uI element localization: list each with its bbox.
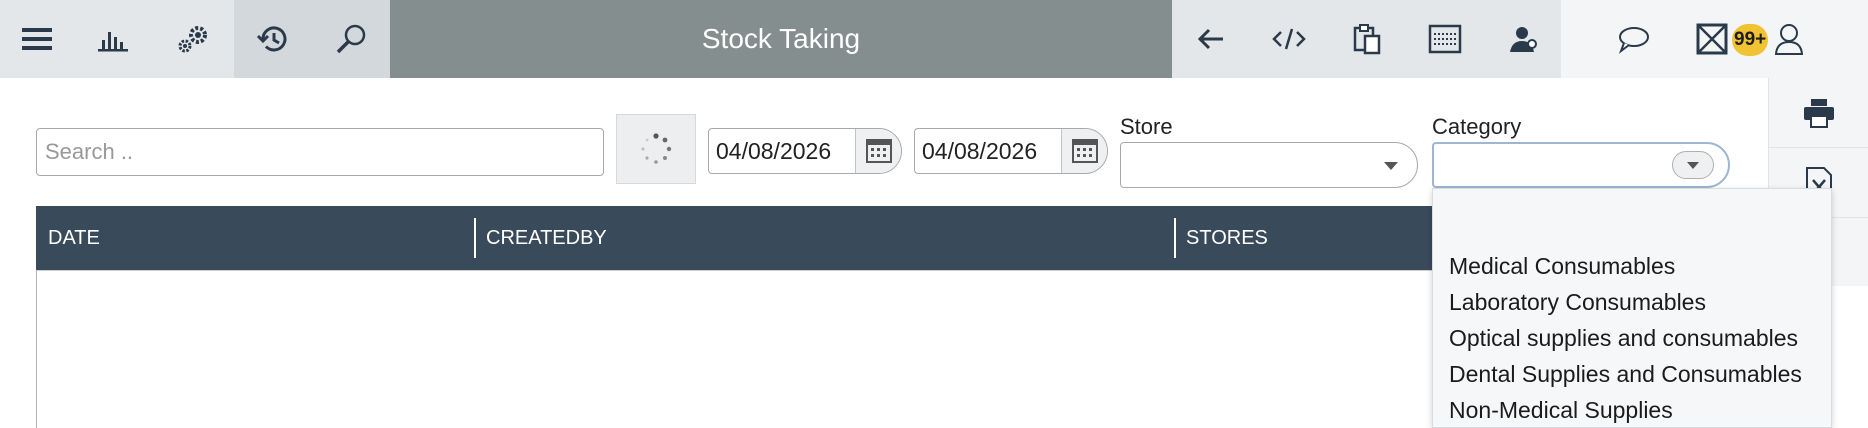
clipboard-button[interactable] <box>1328 0 1406 78</box>
store-select[interactable] <box>1120 142 1418 188</box>
keyboard-button[interactable] <box>1406 0 1484 78</box>
chat-button[interactable] <box>1600 0 1666 78</box>
category-label: Category <box>1432 114 1522 139</box>
menu-button[interactable] <box>0 0 74 78</box>
menu-icon <box>22 28 52 50</box>
category-option[interactable]: Laboratory Consumables <box>1449 289 1706 316</box>
top-toolbar: Stock Taking 99+ <box>0 0 1868 78</box>
gears-icon <box>178 26 207 53</box>
user-support-icon <box>1509 27 1537 52</box>
mail-icon <box>1696 23 1728 55</box>
user-icon <box>1774 24 1804 55</box>
refresh-button[interactable] <box>616 114 696 184</box>
history-button[interactable] <box>234 0 312 78</box>
reports-button[interactable] <box>74 0 152 78</box>
notification-badge[interactable]: 99+ <box>1732 24 1769 56</box>
print-button[interactable] <box>1769 78 1868 148</box>
back-arrow-icon <box>1197 28 1223 50</box>
date-from-picker[interactable] <box>855 129 901 173</box>
code-icon <box>1272 28 1306 50</box>
date-from-value: 04/08/2026 <box>716 138 832 164</box>
category-select[interactable] <box>1432 142 1730 188</box>
code-button[interactable] <box>1250 0 1328 78</box>
search-input[interactable] <box>36 128 604 176</box>
chevron-down-icon <box>1384 162 1398 170</box>
category-option[interactable]: Medical Consumables <box>1449 253 1675 280</box>
date-from-field[interactable]: 04/08/2026 <box>708 128 902 174</box>
chevron-down-icon <box>1687 161 1699 169</box>
settings-button[interactable] <box>152 0 234 78</box>
store-label: Store <box>1120 114 1173 139</box>
date-to-value: 04/08/2026 <box>922 138 1038 164</box>
grid-body <box>36 270 1504 428</box>
date-to-field[interactable]: 04/08/2026 <box>914 128 1108 174</box>
column-header-date[interactable]: DATE <box>36 206 474 270</box>
category-option[interactable]: Dental Supplies and Consumables <box>1449 361 1802 388</box>
category-dropdown-list: Medical Consumables Laboratory Consumabl… <box>1432 188 1832 428</box>
back-button[interactable] <box>1172 0 1250 78</box>
category-dropdown-toggle[interactable] <box>1672 151 1714 179</box>
calendar-icon <box>865 139 892 163</box>
calendar-icon <box>1071 139 1098 163</box>
chat-bubble-icon <box>1618 27 1649 54</box>
grid-header: DATE CREATEDBY STORES <box>36 206 1504 270</box>
category-option[interactable]: Non-Medical Supplies <box>1449 397 1673 424</box>
print-icon <box>1804 98 1834 128</box>
history-icon <box>256 26 287 52</box>
date-to-picker[interactable] <box>1061 129 1107 173</box>
search-button[interactable] <box>312 0 390 78</box>
keyboard-icon <box>1428 24 1462 54</box>
page-title: Stock Taking <box>390 0 1172 78</box>
category-option[interactable]: Optical supplies and consumables <box>1449 325 1798 352</box>
search-icon <box>336 24 366 54</box>
user-support-button[interactable] <box>1484 0 1561 78</box>
column-header-createdby[interactable]: CREATEDBY <box>474 206 1174 270</box>
bar-chart-icon <box>98 32 128 52</box>
mail-button[interactable] <box>1692 0 1732 78</box>
clipboard-icon <box>1353 24 1381 55</box>
loading-spinner-icon <box>641 133 672 164</box>
user-profile-button[interactable] <box>1770 0 1808 78</box>
